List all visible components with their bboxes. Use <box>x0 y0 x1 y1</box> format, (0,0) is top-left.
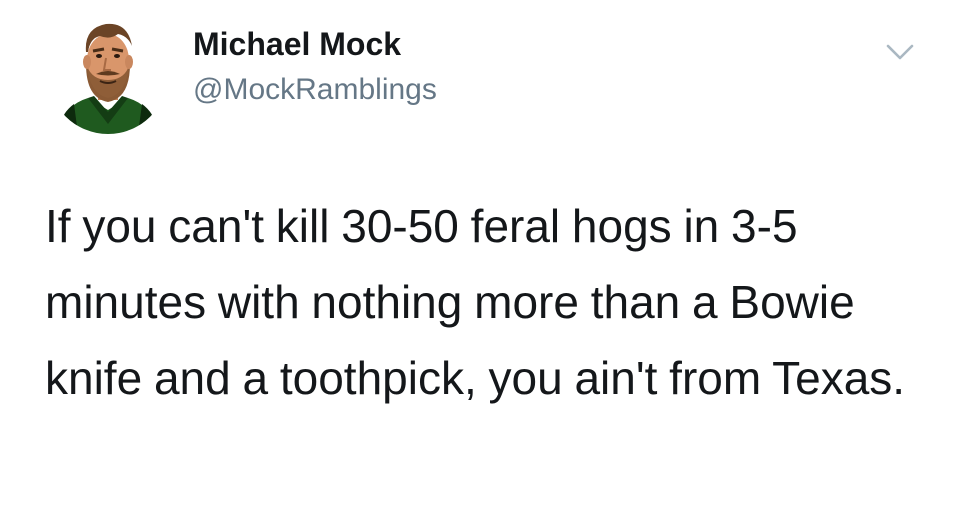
tweet-card: Michael Mock @MockRamblings If you can't… <box>0 0 960 518</box>
avatar-icon <box>58 23 158 134</box>
author-handle[interactable]: @MockRamblings <box>193 73 437 107</box>
tweet-text: If you can't kill 30-50 feral hogs in 3-… <box>45 200 906 404</box>
chevron-down-icon <box>886 44 914 60</box>
avatar[interactable] <box>48 14 168 134</box>
author-display-name[interactable]: Michael Mock <box>193 26 401 63</box>
tweet-menu-button[interactable] <box>882 38 918 66</box>
